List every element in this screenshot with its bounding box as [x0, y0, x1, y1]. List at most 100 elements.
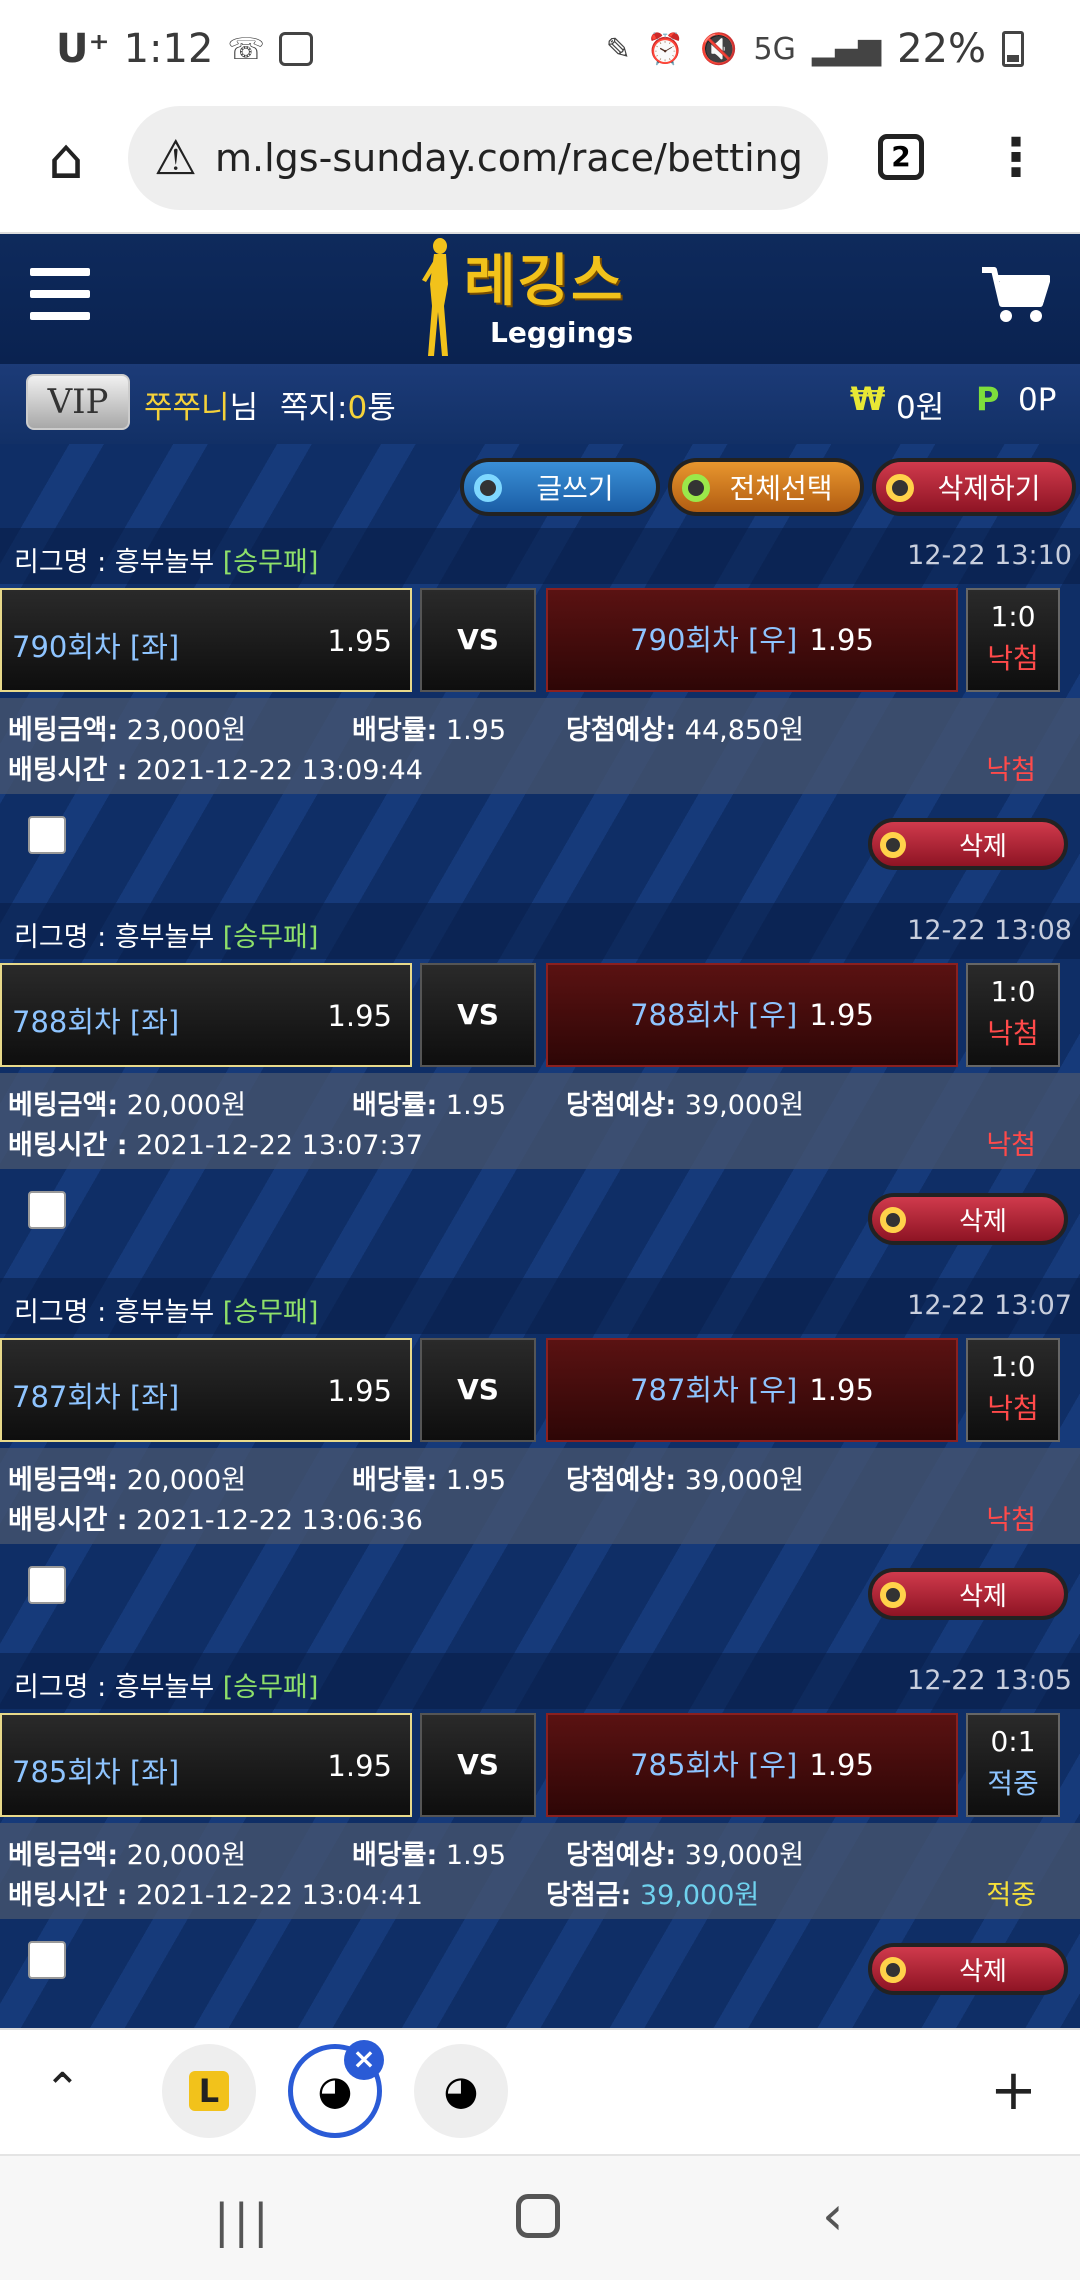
away-team: 788회차 [우] [630, 998, 798, 1032]
bet-amount-label: 베팅금액: [8, 1465, 119, 1496]
bet-checkbox[interactable] [28, 816, 66, 854]
status-bar: U⁺ 1:12 ☏ ✎ ⏰ 🔇 5G ▂▄▆ 22% [0, 0, 1080, 100]
away-team: 785회차 [우] [630, 1748, 798, 1782]
delete-bet-button[interactable]: 삭제 [868, 1943, 1068, 1995]
points-value: 0P [1018, 382, 1057, 418]
network-label: 5G [753, 31, 796, 67]
vs-label: VS [420, 1713, 536, 1817]
close-tab-icon[interactable]: × [344, 2040, 384, 2080]
home-pick-box[interactable]: 788회차 [좌] 1.95 [0, 963, 412, 1067]
away-team: 790회차 [우] [630, 623, 798, 657]
expected-win-label: 당첨예상: [566, 715, 677, 746]
odds-rate: 배당률: 1.95 [352, 1458, 506, 1497]
away-pick-box[interactable]: 788회차 [우] 1.95 [546, 963, 958, 1067]
won-icon: ₩ [850, 380, 886, 418]
win-amount-label: 당첨금: [546, 1880, 632, 1911]
league-prefix: 리그명 : [14, 922, 115, 953]
select-all-button[interactable]: 전체선택 [668, 458, 864, 516]
match-result: 낙첨 [987, 1392, 1039, 1425]
league-prefix: 리그명 : [14, 1297, 115, 1328]
bet-checkbox[interactable] [28, 1566, 66, 1604]
cart-icon[interactable] [980, 264, 1050, 326]
expected-win: 당첨예상: 39,000원 [566, 1083, 804, 1122]
button-dot-icon [886, 474, 914, 502]
messages-unit: 통 [367, 390, 396, 426]
expected-win: 당첨예상: 39,000원 [566, 1833, 804, 1872]
odds-rate-value: 1.95 [445, 1090, 507, 1121]
bet-checkbox[interactable] [28, 1941, 66, 1979]
away-odds: 1.95 [809, 998, 874, 1032]
game-timestamp: 12-22 13:10 [907, 540, 1072, 571]
tab-switcher-button[interactable]: 2 [878, 134, 924, 180]
bet-amount-value: 20,000원 [126, 1465, 247, 1496]
clock: 1:12 [123, 26, 214, 72]
delete-selected-button[interactable]: 삭제하기 [872, 458, 1076, 516]
messages-link[interactable]: 쪽지:0통 [280, 382, 396, 427]
site-logo[interactable]: 레깅스 Leggings [414, 236, 664, 362]
user-nickname: 쭈쭈니님 [144, 382, 258, 427]
win-amount-value: 39,000원 [639, 1880, 760, 1911]
more-menu-icon[interactable]: ⋮ [990, 128, 1042, 188]
away-pick-box[interactable]: 787회차 [우] 1.95 [546, 1338, 958, 1442]
browser-tab-strip: ⌃ L ◕ × ◕ + [0, 2028, 1080, 2154]
recent-apps-icon[interactable]: ||| [214, 2194, 273, 2248]
odds-rate: 배당률: 1.95 [352, 1833, 506, 1872]
delete-bet-button[interactable]: 삭제 [868, 1568, 1068, 1620]
home-nav-icon[interactable] [516, 2194, 560, 2238]
signal-icon: ▂▄▆ [811, 31, 882, 67]
button-dot-icon [880, 1207, 906, 1233]
url-text[interactable]: m.lgs-sunday.com/race/betting [215, 136, 803, 180]
home-team: 790회차 [좌] [12, 630, 180, 664]
back-icon[interactable]: ‹ [822, 2184, 844, 2247]
vs-label: VS [420, 963, 536, 1067]
logo-korean-text: 레깅스 [464, 249, 625, 314]
home-icon[interactable]: ⌂ [36, 130, 96, 190]
bet-time-label: 배팅시간 : [8, 755, 128, 786]
odds-rate-value: 1.95 [445, 1465, 507, 1496]
away-pick-box[interactable]: 785회차 [우] 1.95 [546, 1713, 958, 1817]
tab-other[interactable]: ◕ [414, 2044, 508, 2138]
button-dot-icon [880, 1957, 906, 1983]
bet-checkbox[interactable] [28, 1191, 66, 1229]
tab-leggings[interactable]: L [162, 2044, 256, 2138]
expected-win-value: 39,000원 [684, 1090, 805, 1121]
expected-win: 당첨예상: 44,850원 [566, 708, 804, 747]
write-button[interactable]: 글쓰기 [460, 458, 660, 516]
delete-bet-button[interactable]: 삭제 [868, 818, 1068, 870]
vs-label: VS [420, 1338, 536, 1442]
bet-actions-row: 삭제 [0, 794, 1080, 903]
globe-icon: ◕ [317, 2068, 353, 2114]
home-pick-box[interactable]: 785회차 [좌] 1.95 [0, 1713, 412, 1817]
away-odds: 1.95 [809, 623, 874, 657]
away-pick-box[interactable]: 790회차 [우] 1.95 [546, 588, 958, 692]
bet-history-content: 글쓰기 전체선택 삭제하기 리그명 : 흥부놀부 [승무패] 12-22 13:… [0, 444, 1080, 2028]
home-pick-box[interactable]: 790회차 [좌] 1.95 [0, 588, 412, 692]
new-tab-icon[interactable]: + [990, 2058, 1037, 2123]
bet-time-label: 배팅시간 : [8, 1505, 128, 1536]
bet-detail: 베팅금액: 23,000원 배당률: 1.95 당첨예상: 44,850원 배팅… [0, 698, 1080, 794]
address-bar[interactable]: ⚠ m.lgs-sunday.com/race/betting [128, 106, 828, 210]
odds-rate-value: 1.95 [445, 1840, 507, 1871]
home-pick-box[interactable]: 787회차 [좌] 1.95 [0, 1338, 412, 1442]
pen-icon: ✎ [605, 31, 631, 67]
chevron-up-icon[interactable]: ⌃ [44, 2064, 81, 2115]
status-left: U⁺ 1:12 ☏ [56, 26, 313, 72]
odds-rate-label: 배당률: [352, 1465, 438, 1496]
league-title: 흥부놀부 [114, 922, 215, 953]
bet-card: 리그명 : 흥부놀부 [승무패] 12-22 13:10 790회차 [좌] 1… [0, 528, 1080, 903]
league-title: 흥부놀부 [114, 547, 215, 578]
odds-rate-label: 배당률: [352, 1090, 438, 1121]
bet-time: 배팅시간 : 2021-12-22 13:04:41 [8, 1873, 423, 1912]
warning-icon[interactable]: ⚠ [154, 130, 197, 186]
battery-icon [1002, 31, 1024, 67]
game-timestamp: 12-22 13:08 [907, 915, 1072, 946]
league-prefix: 리그명 : [14, 547, 115, 578]
odds-rate: 배당률: 1.95 [352, 708, 506, 747]
delete-bet-label: 삭제 [959, 1581, 1007, 1612]
match-result: 낙첨 [987, 1017, 1039, 1050]
bet-amount-value: 20,000원 [126, 1840, 247, 1871]
balance-value: 0원 [896, 390, 945, 426]
delete-bet-button[interactable]: 삭제 [868, 1193, 1068, 1245]
bet-type: [승무패] [222, 1297, 319, 1328]
hamburger-menu-icon[interactable] [30, 268, 90, 320]
